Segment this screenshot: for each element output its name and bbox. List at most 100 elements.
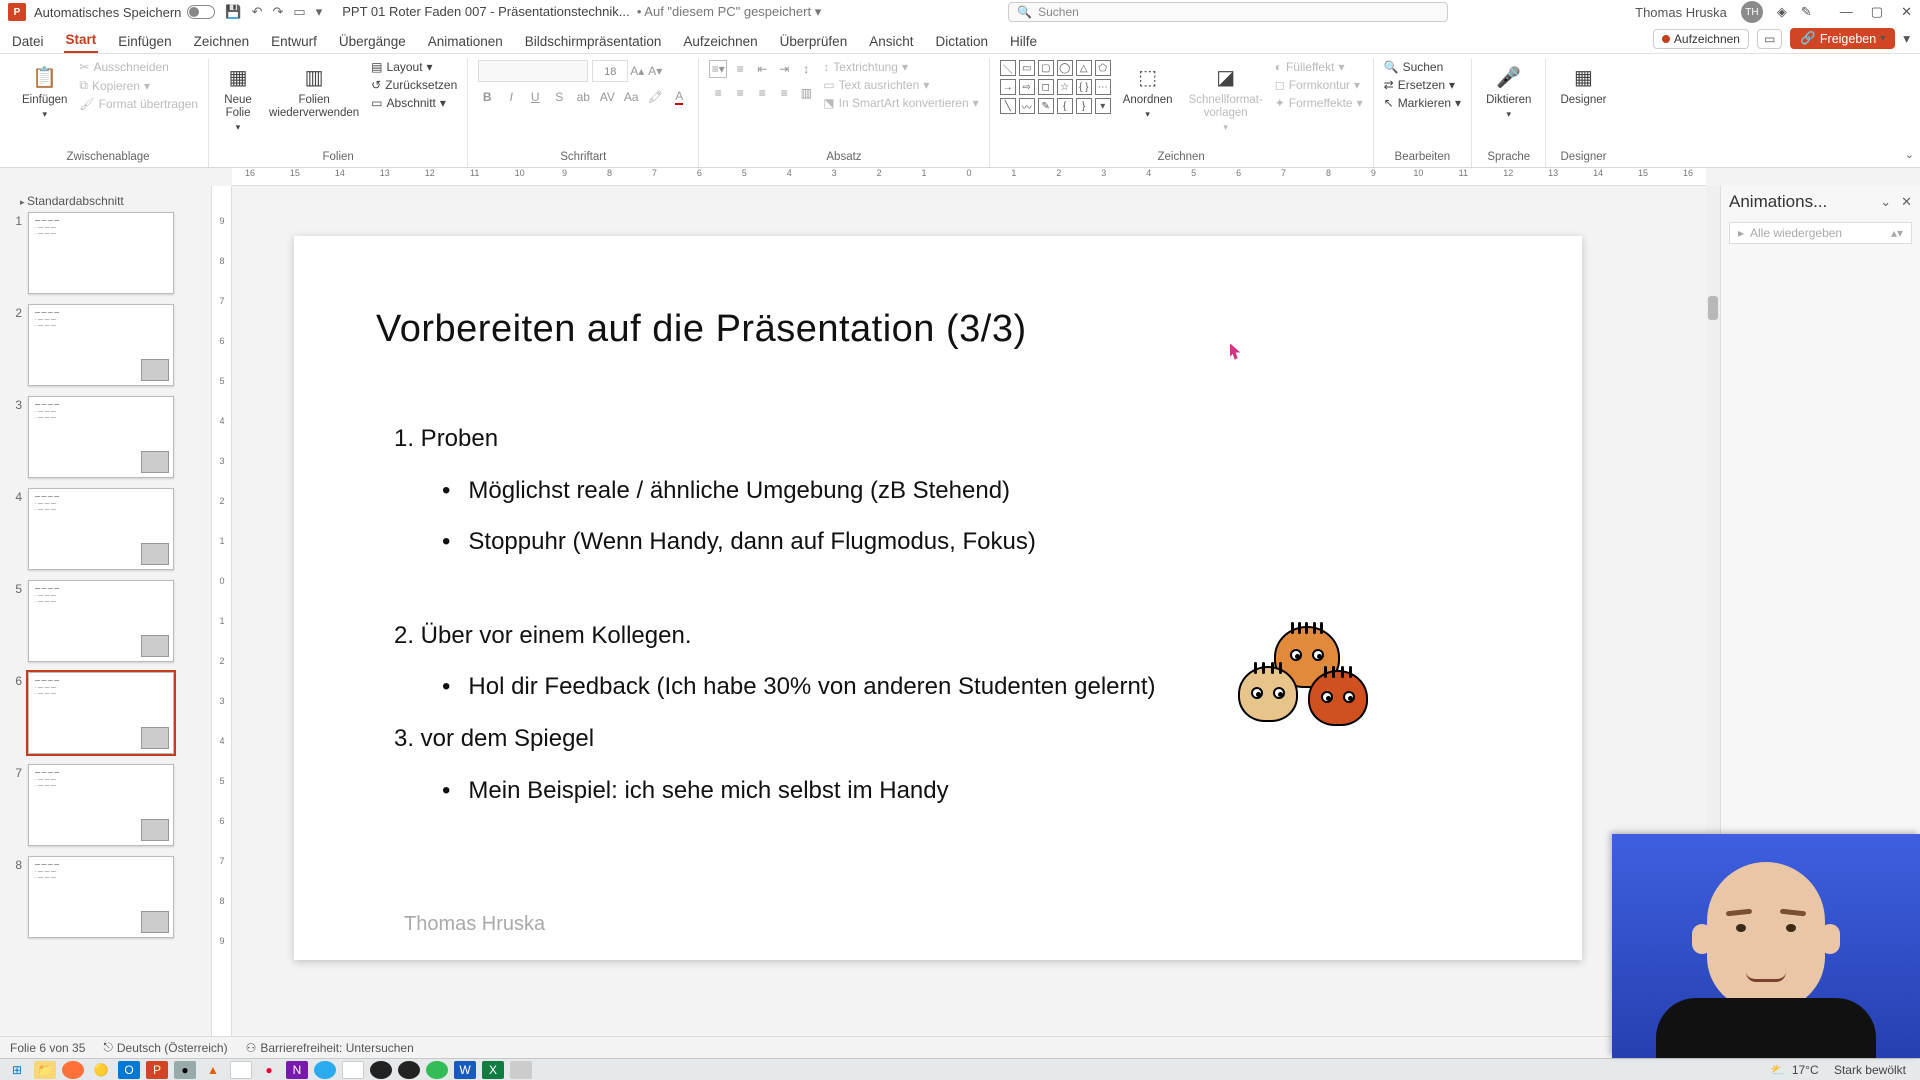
find-button[interactable]: 🔍Suchen (1384, 60, 1461, 74)
tab-zeichnen[interactable]: Zeichnen (192, 30, 252, 53)
slide-thumb-3[interactable]: 3— — — —· — — —· — — — (8, 396, 207, 478)
slide-thumb-1[interactable]: 1— — — —· — — —· — — — (8, 212, 207, 294)
italic-icon[interactable]: I (502, 88, 520, 106)
pane-collapse-icon[interactable]: ⌄ (1880, 194, 1891, 210)
tab-einfuegen[interactable]: Einfügen (116, 30, 173, 53)
share-button[interactable]: 🔗 Freigeben ▾ (1790, 28, 1895, 49)
app-icon-7[interactable] (510, 1061, 532, 1079)
word-icon[interactable]: W (454, 1061, 476, 1079)
outlook-icon[interactable]: O (118, 1061, 140, 1079)
slide-thumb-6[interactable]: 6— — — —· — — —· — — — (8, 672, 207, 754)
onenote-icon[interactable]: N (286, 1061, 308, 1079)
slide-counter[interactable]: Folie 6 von 35 (10, 1041, 85, 1055)
slide-canvas[interactable]: Vorbereiten auf die Präsentation (3/3) 1… (294, 236, 1582, 960)
app-icon-5[interactable] (398, 1061, 420, 1079)
decrease-font-icon[interactable]: A▾ (646, 62, 664, 80)
explorer-icon[interactable]: 📁 (34, 1061, 56, 1079)
new-slide-button[interactable]: ▦ Neue Folie▾ (219, 60, 257, 135)
increase-font-icon[interactable]: A▴ (628, 62, 646, 80)
dedent-icon[interactable]: ⇤ (753, 60, 771, 78)
language-status[interactable]: ⎋ Deutsch (Österreich) (103, 1040, 227, 1055)
tab-start[interactable]: Start (64, 28, 99, 53)
indent-icon[interactable]: ⇥ (775, 60, 793, 78)
columns-icon[interactable]: ▥ (797, 84, 815, 102)
start-icon[interactable]: ⊞ (6, 1061, 28, 1079)
slide-title[interactable]: Vorbereiten auf die Präsentation (3/3) (376, 308, 1027, 351)
bold-icon[interactable]: B (478, 88, 496, 106)
play-all-button[interactable]: ▸ Alle wiedergeben ▴▾ (1729, 222, 1912, 244)
quick-styles-button[interactable]: ◪ Schnellformat- vorlagen▾ (1185, 60, 1267, 135)
tab-animationen[interactable]: Animationen (426, 30, 505, 53)
shapes-gallery[interactable]: ＼▭▢◯△⬠ →⇨◻☆{ }⋯ ╲〰✎{}▾ (1000, 60, 1111, 114)
start-from-beginning-icon[interactable]: ▭ (293, 4, 305, 20)
slide-thumbnail-panel[interactable]: Standardabschnitt 1— — — —· — — —· — — —… (0, 186, 212, 1036)
qat-dropdown-icon[interactable]: ▾ (316, 4, 323, 20)
numbering-icon[interactable]: ≡ (731, 60, 749, 78)
tab-bildschirm[interactable]: Bildschirmpräsentation (523, 30, 664, 53)
record-button[interactable]: Aufzeichnen (1653, 29, 1749, 49)
arrange-button[interactable]: ⬚ Anordnen▾ (1119, 60, 1177, 122)
tab-aufzeichnen[interactable]: Aufzeichnen (681, 30, 759, 53)
save-icon[interactable]: 💾 (225, 4, 241, 20)
reuse-slides-button[interactable]: ▥ Folien wiederverwenden (265, 60, 363, 122)
undo-icon[interactable]: ↶ (252, 4, 263, 20)
minimize-icon[interactable]: — (1840, 4, 1853, 20)
app-icon-2[interactable] (230, 1061, 252, 1079)
toggle-icon[interactable] (187, 5, 215, 19)
diamond-icon[interactable]: ◈ (1777, 4, 1787, 20)
highlight-icon[interactable]: 🖍 (646, 88, 664, 106)
section-button[interactable]: ▭Abschnitt ▾ (371, 96, 457, 110)
copy-button[interactable]: ⧉Kopieren ▾ (79, 78, 198, 93)
justify-icon[interactable]: ≡ (775, 84, 793, 102)
reset-button[interactable]: ↺Zurücksetzen (371, 78, 457, 92)
font-family-select[interactable] (478, 60, 588, 82)
firefox-icon[interactable] (62, 1061, 84, 1079)
section-header[interactable]: Standardabschnitt (8, 192, 207, 212)
search-input[interactable]: 🔍 Suchen (1008, 2, 1448, 22)
pane-close-icon[interactable]: ✕ (1901, 194, 1912, 210)
shadow-icon[interactable]: ab (574, 88, 592, 106)
slide-body[interactable]: 1. Proben Möglichst reale / ähnliche Umg… (394, 416, 1156, 813)
autosave-toggle[interactable]: Automatisches Speichern (34, 5, 215, 20)
app-icon-1[interactable]: ● (174, 1061, 196, 1079)
tab-hilfe[interactable]: Hilfe (1008, 30, 1039, 53)
case-icon[interactable]: Aa (622, 88, 640, 106)
font-color-icon[interactable]: A (670, 88, 688, 106)
vlc-icon[interactable]: ▲ (202, 1061, 224, 1079)
slide-thumb-7[interactable]: 7— — — —· — — —· — — — (8, 764, 207, 846)
tab-datei[interactable]: Datei (10, 30, 46, 53)
align-center-icon[interactable]: ≡ (731, 84, 749, 102)
strike-icon[interactable]: S (550, 88, 568, 106)
maximize-icon[interactable]: ▢ (1871, 4, 1883, 20)
tab-entwurf[interactable]: Entwurf (269, 30, 319, 53)
dictate-button[interactable]: 🎤 Diktieren▾ (1482, 60, 1535, 122)
text-direction-button[interactable]: ↕Textrichtung ▾ (823, 60, 978, 74)
chrome-icon[interactable]: 🟡 (90, 1061, 112, 1079)
ribbon-options-icon[interactable]: ▾ (1903, 31, 1910, 47)
align-right-icon[interactable]: ≡ (753, 84, 771, 102)
app-icon-4[interactable] (342, 1061, 364, 1079)
font-size-select[interactable]: 18 (592, 60, 628, 82)
paste-button[interactable]: 📋 Einfügen ▾ (18, 60, 71, 122)
fill-button[interactable]: ◐Fülleffekt ▾ (1275, 60, 1363, 74)
slide-thumb-4[interactable]: 4— — — —· — — —· — — — (8, 488, 207, 570)
smartart-button[interactable]: ⬔In SmartArt konvertieren ▾ (823, 96, 978, 110)
close-icon[interactable]: ✕ (1901, 4, 1912, 20)
align-text-button[interactable]: ▭Text ausrichten ▾ (823, 78, 978, 92)
redo-icon[interactable]: ↷ (273, 4, 284, 20)
cut-button[interactable]: ✂Ausschneiden (79, 60, 198, 74)
obs-icon[interactable] (370, 1061, 392, 1079)
powerpoint-taskbar-icon[interactable]: P (146, 1061, 168, 1079)
spacing-icon[interactable]: AV (598, 88, 616, 106)
present-mode-icon[interactable]: ▭ (1757, 29, 1782, 49)
telegram-icon[interactable] (314, 1061, 336, 1079)
app-icon-3[interactable]: ● (258, 1061, 280, 1079)
outline-button[interactable]: ◻Formkontur ▾ (1275, 78, 1363, 92)
select-button[interactable]: ↖Markieren ▾ (1384, 96, 1461, 110)
slide-thumb-5[interactable]: 5— — — —· — — —· — — — (8, 580, 207, 662)
slide-canvas-area[interactable]: Vorbereiten auf die Präsentation (3/3) 1… (232, 186, 1720, 1036)
user-name[interactable]: Thomas Hruska (1635, 5, 1727, 20)
coming-soon-icon[interactable]: ✎ (1801, 4, 1812, 20)
underline-icon[interactable]: U (526, 88, 544, 106)
slide-thumb-2[interactable]: 2— — — —· — — —· — — — (8, 304, 207, 386)
